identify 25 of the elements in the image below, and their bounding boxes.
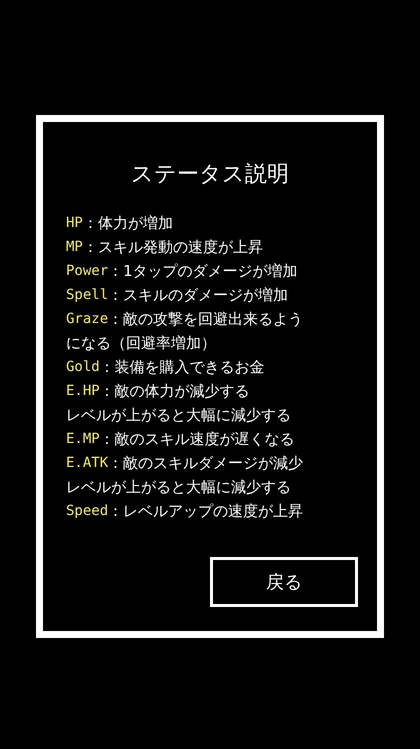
stat-name: Gold [66,358,100,377]
stat-name: Graze [66,310,108,329]
stat-name: E.HP [66,382,100,401]
back-button[interactable]: 戻る [210,557,358,607]
stat-description: ：体力が増加 [82,213,173,234]
stat-name: Power [66,262,108,281]
stat-description: ：レベルアップの速度が上昇 [108,501,304,522]
stat-description: ：スキルのダメージが増加 [108,285,288,306]
stat-name: E.ATK [66,454,108,473]
stat-description: ：敵の攻撃を回避出来るよう [108,309,304,330]
stat-description: ：敵のスキル速度が遅くなる [100,429,295,450]
stat-description: ：1タップのダメージが増加 [108,261,298,282]
dialog-title: ステータス説明 [130,161,290,189]
stat-description: レベルが上がると大幅に減少する [66,405,292,426]
stat-name: Spell [66,286,108,305]
stat-name: Speed [66,502,108,521]
stat-description: ：スキル発動の速度が上昇 [82,237,263,258]
stat-description: ：敵の体力が減少する [100,381,250,402]
stat-name: HP [66,214,83,233]
stat-description: ：敵のスキルダメージが減少 [108,453,304,474]
stat-description: ：装備を購入できるお金 [100,357,265,378]
stat-name: MP [66,238,83,257]
stat-description: になる（回避率増加） [66,333,217,354]
stat-description: レベルが上がると大幅に減少する [66,477,292,498]
stat-name: E.MP [66,430,100,449]
